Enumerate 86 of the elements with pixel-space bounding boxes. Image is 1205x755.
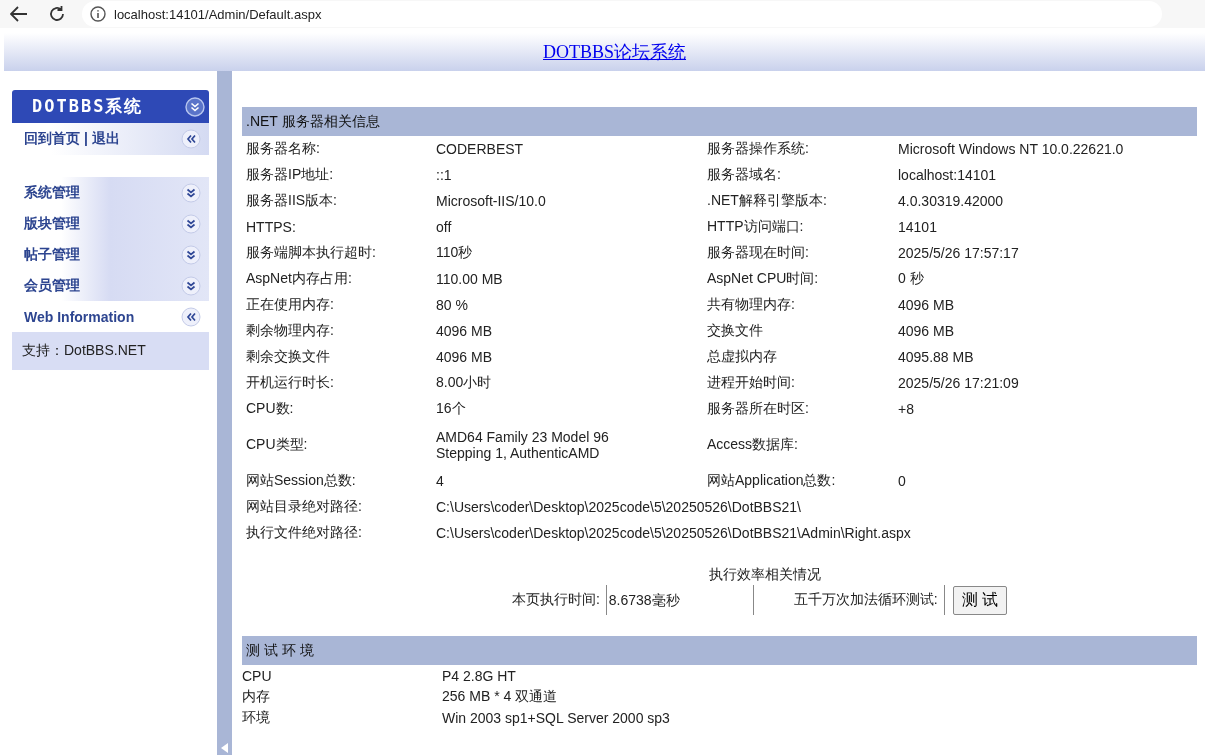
info-label: Access数据库:	[706, 435, 799, 454]
env-label: 环境	[242, 707, 442, 728]
info-value: 8.00小时	[436, 374, 492, 392]
page-time-value: 8.6738毫秒	[605, 585, 754, 615]
info-label: 服务器所在时区:	[706, 399, 810, 418]
info-value: C:\Users\coder\Desktop\2025code\5\20250526\DotBBS21\	[435, 498, 802, 517]
section-header: 测 试 环 境	[242, 636, 1197, 665]
info-value: 0	[898, 473, 906, 489]
chevron-down-icon[interactable]	[181, 182, 201, 203]
info-label: CPU类型:	[245, 435, 309, 454]
info-label: 服务器操作系统:	[706, 139, 810, 158]
info-label: CPU数:	[245, 399, 295, 418]
info-icon[interactable]	[90, 6, 106, 22]
info-value: 4096 MB	[436, 323, 493, 339]
support-text: 支持：DotBBS.NET	[12, 332, 209, 370]
info-label: HTTP访问端口:	[706, 217, 805, 236]
chevron-left-icon[interactable]	[181, 129, 201, 149]
sidebar-link[interactable]: 退出	[91, 130, 120, 148]
info-label: 进程开始时间:	[706, 373, 796, 392]
loop-test-label: 五千万次加法循环测试:	[793, 591, 938, 609]
info-value: 4096 MB	[898, 323, 955, 339]
chevron-down-icon[interactable]	[181, 275, 201, 296]
chevron-left-icon[interactable]	[181, 306, 201, 327]
info-value: 4096 MB	[436, 349, 493, 365]
info-label: 执行文件绝对路径:	[245, 523, 363, 542]
env-value: 256 MB * 4 双通道	[442, 686, 559, 706]
info-value: 16个	[436, 400, 466, 418]
info-value: 2025/5/26 17:57:17	[898, 245, 1019, 261]
info-value: 80 %	[436, 297, 468, 313]
reload-icon[interactable]	[48, 5, 66, 23]
info-value: Microsoft-IIS/10.0	[436, 193, 546, 209]
info-value: 110秒	[436, 244, 473, 262]
chevron-down-icon[interactable]	[181, 244, 201, 265]
info-label: 共有物理内存:	[706, 295, 796, 314]
info-value: 4096 MB	[898, 297, 955, 313]
info-label: 剩余物理内存:	[245, 321, 335, 340]
info-label: 网站Application总数:	[706, 471, 837, 490]
link-separator: |	[84, 130, 88, 148]
info-value: C:\Users\coder\Desktop\2025code\5\20250526\DotBBS21\Admin\Right.aspx	[435, 524, 912, 543]
info-label: 服务器名称:	[245, 139, 321, 158]
info-label: 正在使用内存:	[245, 295, 335, 314]
info-label: 剩余交换文件	[245, 347, 331, 366]
chevron-down-icon[interactable]	[181, 213, 201, 234]
info-value: localhost:14101	[898, 167, 997, 183]
info-label: 服务器IIS版本:	[245, 191, 338, 210]
info-label: 服务器IP地址:	[245, 165, 335, 184]
info-label: 交换文件	[706, 321, 764, 340]
info-label: AspNet CPU时间:	[706, 269, 820, 288]
info-label: .NET解释引擎版本:	[706, 191, 828, 210]
address-bar[interactable]: localhost:14101/Admin/Default.aspx	[82, 1, 1162, 27]
info-label: 网站Session总数:	[245, 471, 357, 490]
env-value: P4 2.8G HT	[442, 666, 517, 686]
info-label: AspNet内存占用:	[245, 269, 353, 288]
info-value: CODERBEST	[436, 141, 524, 157]
info-label: 服务端脚本执行超时:	[245, 243, 377, 262]
info-value: 14101	[898, 219, 937, 235]
info-value: 2025/5/26 17:21:09	[898, 375, 1019, 391]
info-value: 4095.88 MB	[898, 349, 974, 365]
page-time-label: 本页执行时间:	[511, 591, 600, 609]
test-button[interactable]: 测 试	[952, 585, 1008, 615]
info-value: off	[436, 219, 452, 235]
env-label: CPU	[242, 666, 273, 686]
info-label: 开机运行时长:	[245, 373, 335, 392]
info-value: +8	[898, 401, 914, 417]
env-value: Win 2003 sp1+SQL Server 2000 sp3	[442, 708, 670, 728]
section-header: .NET 服务器相关信息	[242, 107, 1197, 136]
info-label: 服务器域名:	[706, 165, 782, 184]
chevron-down-icon[interactable]	[185, 96, 205, 117]
info-value: ::1	[436, 167, 452, 183]
info-value: 110.00 MB	[436, 271, 503, 287]
info-value: AMD64 Family 23 Model 96 Stepping 1, AuthenticAMD	[436, 429, 610, 461]
info-label: 总虚拟内存	[706, 347, 778, 366]
sidebar-link[interactable]: 回到首页	[24, 130, 80, 148]
info-value: 4	[436, 473, 444, 489]
url-text: localhost:14101/Admin/Default.aspx	[114, 6, 322, 22]
performance-title: 执行效率相关情况	[708, 566, 821, 584]
info-value: 0 秒	[898, 270, 924, 286]
site-title-link[interactable]: DOTBBS论坛系统	[543, 40, 686, 64]
info-value: Microsoft Windows NT 10.0.22621.0	[898, 141, 1124, 157]
info-label: 网站目录绝对路径:	[245, 497, 363, 516]
back-icon[interactable]	[10, 6, 28, 22]
info-label: 服务器现在时间:	[706, 243, 810, 262]
info-value: 4.0.30319.42000	[898, 193, 1004, 209]
env-label: 内存	[242, 686, 442, 707]
sidebar-title: DOTBBS系统	[32, 95, 144, 118]
info-label: HTTPS:	[245, 218, 297, 237]
